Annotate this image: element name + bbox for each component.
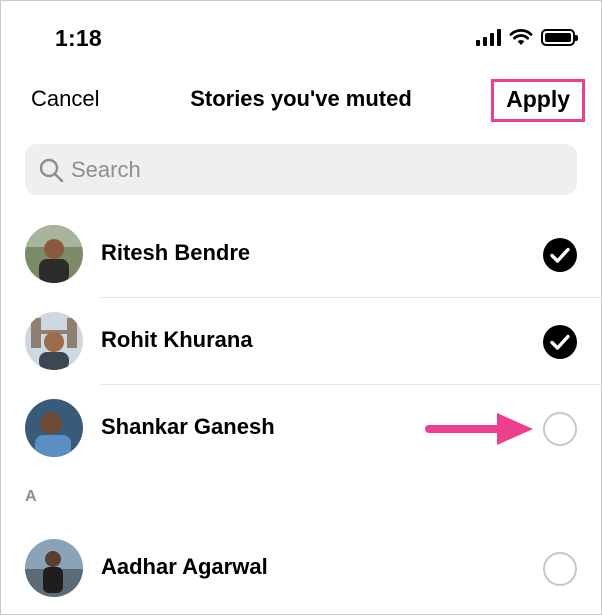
list-item-name: Ritesh Bendre xyxy=(101,240,251,265)
checkbox-unchecked[interactable] xyxy=(543,412,577,446)
avatar xyxy=(25,539,83,597)
cellular-signal-icon xyxy=(476,28,501,46)
checkmark-icon xyxy=(550,247,570,263)
list-item[interactable]: Aadhar Agarwal xyxy=(1,525,601,612)
status-bar: 1:18 xyxy=(1,1,601,73)
list-item-name: Rohit Khurana xyxy=(101,327,253,352)
search-icon xyxy=(39,158,64,182)
search-bar[interactable] xyxy=(25,144,577,195)
battery-icon xyxy=(541,28,578,46)
avatar xyxy=(25,225,83,283)
checkbox-checked[interactable] xyxy=(543,325,577,359)
search-input[interactable] xyxy=(71,156,511,183)
avatar xyxy=(25,399,83,457)
list-item-name: Aadhar Agarwal xyxy=(101,554,268,579)
avatar xyxy=(25,312,83,370)
arrow-right-icon xyxy=(425,413,533,445)
checkmark-icon xyxy=(550,334,570,350)
list-item[interactable]: Rohit Khurana xyxy=(1,298,601,385)
status-time: 1:18 xyxy=(55,25,102,51)
status-icons xyxy=(476,28,578,46)
apply-button[interactable]: Apply xyxy=(491,79,585,122)
muted-stories-screen: 1:18 Cancel Stories you've muted Apply S… xyxy=(0,0,602,615)
section-header: A xyxy=(25,488,37,505)
list-item-name: Shankar Ganesh xyxy=(101,414,275,439)
nav-bar: Cancel Stories you've muted Apply xyxy=(1,73,601,129)
checkbox-unchecked[interactable] xyxy=(543,552,577,586)
wifi-icon xyxy=(509,29,533,45)
list-item[interactable]: Ritesh Bendre xyxy=(1,211,601,298)
checkbox-checked[interactable] xyxy=(543,238,577,272)
